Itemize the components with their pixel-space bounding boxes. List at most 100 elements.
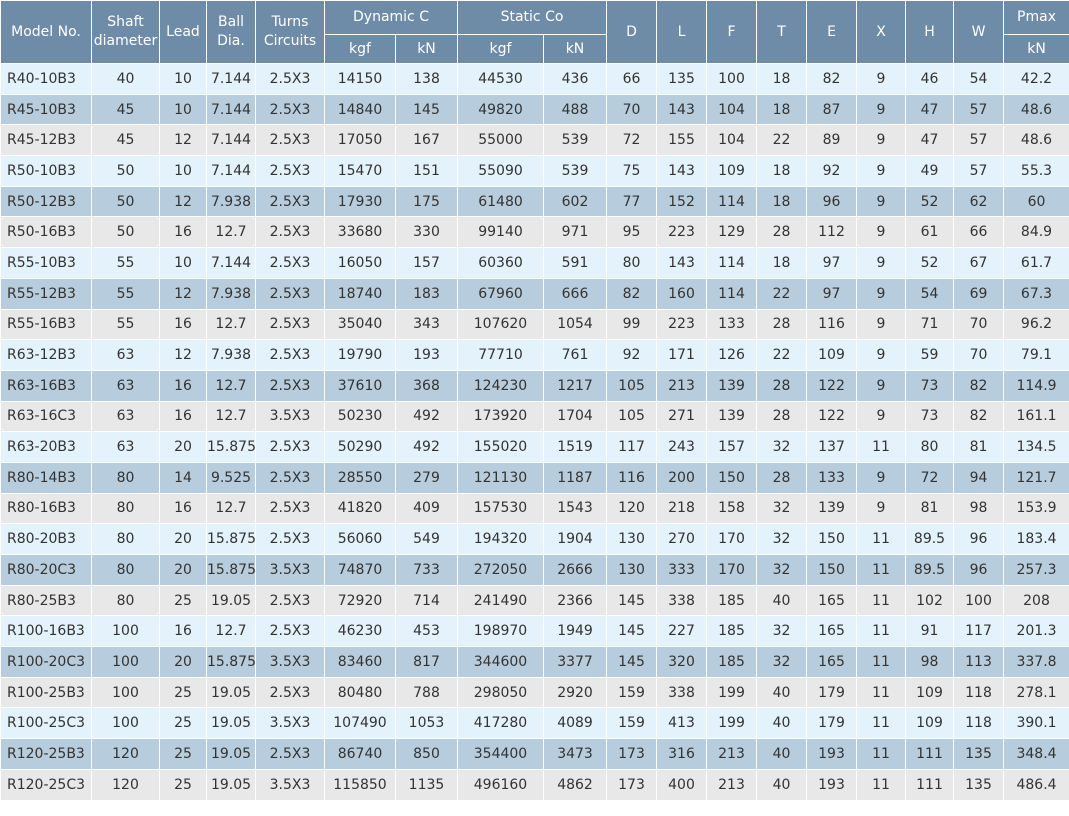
table-cell: 10 [159, 93, 207, 126]
table-body: R40-10B3 40 10 7.144 2.5X3 14150 138 44530 436 66… [0, 63, 1069, 801]
table-cell: 733 [395, 554, 458, 586]
table-cell: 32 [756, 615, 808, 648]
model-no-cell: R80-20C3 [0, 554, 92, 586]
table-row: R63-12B3 63 12 7.938 2.5X3 19790 193 77710 761 92… [0, 339, 1069, 371]
table-cell: 122 [806, 369, 858, 402]
table-cell: 170 [706, 523, 758, 555]
table-cell: 7.144 [206, 93, 256, 126]
model-no-cell: R100-16B3 [0, 615, 92, 648]
table-cell: 22 [756, 277, 808, 310]
table-cell: 114 [706, 247, 758, 279]
table-cell: 28 [756, 400, 808, 433]
table-cell: 817 [395, 646, 458, 678]
table-cell: 79.1 [1003, 339, 1069, 371]
table-cell: 40 [756, 768, 808, 801]
table-row: R50-10B3 50 10 7.144 2.5X3 15470 151 55090 539 75… [0, 155, 1069, 187]
table-cell: 94 [953, 461, 1005, 494]
table-cell: 135 [953, 768, 1005, 801]
table-cell: 143 [656, 155, 708, 187]
table-cell: 137 [806, 431, 858, 463]
table-cell: 714 [395, 584, 458, 617]
model-no-cell: R45-12B3 [0, 124, 92, 157]
table-cell: 1217 [542, 369, 608, 402]
table-cell: 48.6 [1003, 93, 1069, 126]
table-cell: 63 [91, 369, 160, 402]
table-cell: 11 [856, 646, 907, 678]
table-cell: 40 [756, 707, 808, 740]
table-cell: 32 [756, 431, 808, 463]
table-cell: 400 [656, 768, 708, 801]
table-cell: 15.875 [206, 431, 256, 463]
table-cell: 46230 [324, 615, 396, 648]
table-cell: 159 [606, 676, 658, 709]
table-cell: 109 [905, 707, 955, 740]
table-cell: 333 [656, 554, 708, 586]
table-cell: 104 [706, 124, 758, 157]
table-cell: 35040 [324, 308, 396, 341]
table-cell: 82 [953, 400, 1005, 433]
table-cell: 49 [905, 155, 955, 187]
table-cell: 227 [656, 615, 708, 648]
table-cell: 2.5X3 [255, 216, 325, 249]
table-cell: 19.05 [206, 768, 256, 801]
table-cell: 109 [806, 339, 858, 371]
model-no-cell: R63-12B3 [0, 339, 92, 371]
table-cell: 12.7 [206, 308, 256, 341]
table-cell: 80 [91, 461, 160, 494]
table-cell: 11 [856, 768, 907, 801]
table-cell: 157 [395, 247, 458, 279]
table-cell: 16 [159, 308, 207, 341]
table-cell: 17050 [324, 124, 396, 157]
model-no-cell: R50-10B3 [0, 155, 92, 187]
table-cell: 179 [806, 676, 858, 709]
table-cell: 316 [656, 738, 708, 770]
table-cell: 1949 [542, 615, 608, 648]
table-cell: 116 [606, 461, 658, 494]
table-cell: 16 [159, 492, 207, 525]
table-cell: 12.7 [206, 492, 256, 525]
table-row: R63-16B3 63 16 12.7 2.5X3 37610 368 124230 1217 1… [0, 369, 1069, 402]
table-cell: 40 [756, 676, 808, 709]
table-row: R120-25B3 120 25 19.05 2.5X3 86740 850 354400 34… [0, 738, 1069, 770]
table-cell: 135 [656, 63, 708, 95]
header-model-no: Model No. [0, 0, 92, 64]
table-cell: 118 [953, 676, 1005, 709]
table-cell: 9 [856, 339, 907, 371]
table-cell: 1519 [542, 431, 608, 463]
table-cell: 116 [806, 308, 858, 341]
table-cell: 73 [905, 369, 955, 402]
table-cell: 492 [395, 431, 458, 463]
table-cell: 390.1 [1003, 707, 1069, 740]
table-cell: 155020 [457, 431, 544, 463]
table-cell: 130 [606, 523, 658, 555]
table-cell: 171 [656, 339, 708, 371]
table-cell: 107490 [324, 707, 396, 740]
table-cell: 80480 [324, 676, 396, 709]
table-cell: 120 [91, 738, 160, 770]
table-cell: 133 [706, 308, 758, 341]
table-cell: 10 [159, 247, 207, 279]
table-row: R55-10B3 55 10 7.144 2.5X3 16050 157 60360 591 80… [0, 247, 1069, 279]
table-cell: 270 [656, 523, 708, 555]
table-cell: 850 [395, 738, 458, 770]
table-cell: 201.3 [1003, 615, 1069, 648]
table-cell: 368 [395, 369, 458, 402]
table-row: R40-10B3 40 10 7.144 2.5X3 14150 138 44530 436 66… [0, 63, 1069, 95]
table-cell: 9 [856, 308, 907, 341]
table-cell: 9 [856, 185, 907, 218]
table-header: Model No. Shaft diameter Lead Ball Dia. … [0, 0, 1069, 64]
table-cell: 213 [656, 369, 708, 402]
table-cell: 16 [159, 615, 207, 648]
table-cell: 20 [159, 554, 207, 586]
table-cell: 47 [905, 93, 955, 126]
table-cell: 66 [953, 216, 1005, 249]
header-dynamic-kn: kN [395, 34, 458, 64]
table-cell: 9 [856, 461, 907, 494]
table-cell: 9 [856, 93, 907, 126]
table-cell: 183.4 [1003, 523, 1069, 555]
table-cell: 63 [91, 400, 160, 433]
table-cell: 48.6 [1003, 124, 1069, 157]
header-f: F [706, 0, 758, 64]
table-cell: 139 [706, 369, 758, 402]
table-cell: 971 [542, 216, 608, 249]
